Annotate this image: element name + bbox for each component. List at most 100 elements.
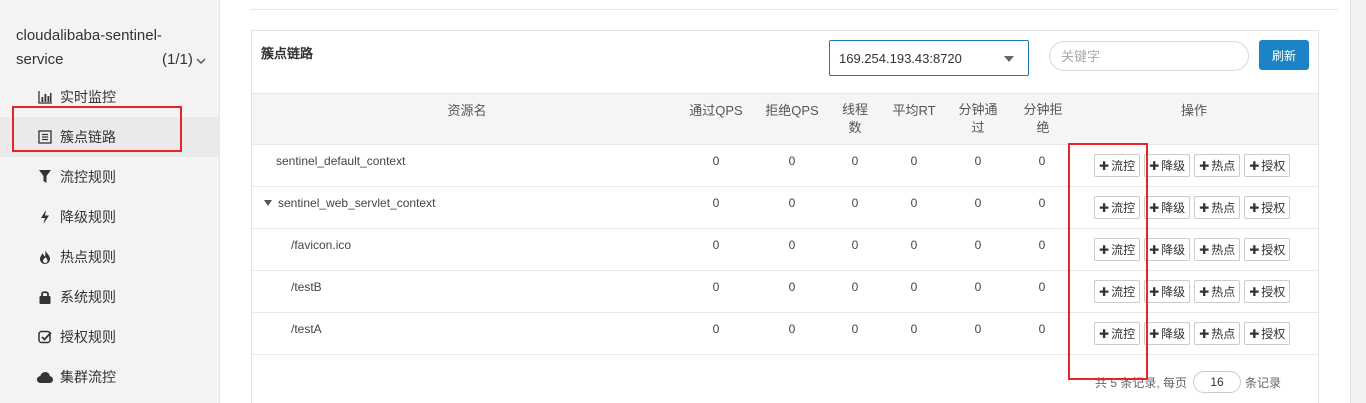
plus-icon: ✚ [1249,200,1260,215]
button-label: 流控 [1111,327,1136,341]
button-label: 降级 [1161,243,1186,257]
cell-min-block: 0 [1038,238,1046,252]
sidebar-item-label: 流控规则 [60,169,116,185]
cell-pass-qps: 0 [712,322,720,336]
add-flow-rule-button[interactable]: ✚ 流控 [1094,322,1141,345]
button-label: 热点 [1211,327,1236,341]
main-content: 簇点链路 169.254.193.43:8720 刷新 资源名 通过QPS 拒绝… [220,0,1366,403]
cell-block-qps: 0 [788,322,796,336]
add-hotspot-rule-button[interactable]: ✚ 热点 [1194,322,1241,345]
vertical-scrollbar[interactable] [1350,0,1366,403]
resource-name: /testA [291,322,322,336]
sidebar-item-label: 簇点链路 [60,129,116,145]
button-label: 热点 [1211,243,1236,257]
add-auth-rule-button[interactable]: ✚ 授权 [1244,280,1291,303]
app-selector[interactable]: cloudalibaba-sentinel-service (1/1) [0,12,220,74]
add-degrade-rule-button[interactable]: ✚ 降级 [1144,154,1191,177]
row-actions: ✚ 流控 ✚ 降级 ✚ 热点 ✚ 授权 [1094,196,1291,219]
cell-avg-rt: 0 [910,238,918,252]
machine-select[interactable]: 169.254.193.43:8720 [829,40,1029,76]
plus-icon: ✚ [1249,326,1260,341]
header-min-block-line2: 绝 [1036,120,1050,135]
add-auth-rule-button[interactable]: ✚ 授权 [1244,154,1291,177]
cell-pass-qps: 0 [712,280,720,294]
button-label: 授权 [1261,159,1286,173]
add-auth-rule-button[interactable]: ✚ 授权 [1244,238,1291,261]
sidebar-item-hotspot-rules[interactable]: 热点规则 [0,237,220,277]
cell-threads: 0 [851,196,859,210]
button-label: 热点 [1211,159,1236,173]
cell-block-qps: 0 [788,196,796,210]
header-avg-rt: 平均RT [892,103,936,118]
sidebar-item-system-rules[interactable]: 系统规则 [0,277,220,317]
header-threads: 线程 数 [836,101,874,137]
expand-caret-icon[interactable] [264,200,272,206]
button-label: 降级 [1161,159,1186,173]
app-count: (1/1) [162,51,193,68]
plus-icon: ✚ [1099,158,1110,173]
cell-block-qps: 0 [788,280,796,294]
panel-title: 簇点链路 [261,46,314,61]
resource-name-cell: sentinel_web_servlet_context [264,196,435,210]
header-ops: 操作 [1180,103,1207,118]
cluster-link-panel: 簇点链路 169.254.193.43:8720 刷新 资源名 通过QPS 拒绝… [251,30,1319,403]
plus-icon: ✚ [1249,284,1260,299]
flash-icon [37,209,53,225]
add-auth-rule-button[interactable]: ✚ 授权 [1244,322,1291,345]
top-divider [250,0,1338,10]
add-flow-rule-button[interactable]: ✚ 流控 [1094,154,1141,177]
sidebar-item-label: 热点规则 [60,249,116,265]
button-label: 授权 [1261,285,1286,299]
sidebar-item-flow-rules[interactable]: 流控规则 [0,157,220,197]
cell-avg-rt: 0 [910,322,918,336]
search-input[interactable] [1049,41,1249,71]
chevron-down-icon[interactable] [196,53,206,68]
header-pass-qps: 通过QPS [689,103,743,118]
add-hotspot-rule-button[interactable]: ✚ 热点 [1194,280,1241,303]
cell-min-block: 0 [1038,322,1046,336]
button-label: 授权 [1261,201,1286,215]
add-flow-rule-button[interactable]: ✚ 流控 [1094,238,1141,261]
cell-block-qps: 0 [788,238,796,252]
button-label: 流控 [1111,243,1136,257]
sidebar-item-degrade-rules[interactable]: 降级规则 [0,197,220,237]
add-hotspot-rule-button[interactable]: ✚ 热点 [1194,196,1241,219]
add-hotspot-rule-button[interactable]: ✚ 热点 [1194,154,1241,177]
cell-pass-qps: 0 [712,238,720,252]
machine-select-value: 169.254.193.43:8720 [839,50,962,66]
add-degrade-rule-button[interactable]: ✚ 降级 [1144,238,1191,261]
plus-icon: ✚ [1099,200,1110,215]
add-degrade-rule-button[interactable]: ✚ 降级 [1144,322,1191,345]
cell-min-pass: 0 [974,280,982,294]
add-hotspot-rule-button[interactable]: ✚ 热点 [1194,238,1241,261]
sidebar-item-cluster-flow[interactable]: 集群流控 [0,357,220,397]
sidebar-item-realtime-monitor[interactable]: 实时监控 [0,77,220,117]
add-auth-rule-button[interactable]: ✚ 授权 [1244,196,1291,219]
add-degrade-rule-button[interactable]: ✚ 降级 [1144,280,1191,303]
button-label: 降级 [1161,327,1186,341]
caret-down-icon [1004,56,1014,62]
plus-icon: ✚ [1199,326,1210,341]
row-actions: ✚ 流控 ✚ 降级 ✚ 热点 ✚ 授权 [1094,280,1291,303]
header-min-pass-line2: 过 [971,120,985,135]
add-degrade-rule-button[interactable]: ✚ 降级 [1144,196,1191,219]
plus-icon: ✚ [1199,158,1210,173]
add-flow-rule-button[interactable]: ✚ 流控 [1094,280,1141,303]
sidebar-item-label: 集群流控 [60,369,116,385]
table-row: sentinel_web_servlet_context 0 0 0 0 0 0… [252,187,1318,229]
sidebar-item-cluster-point-link[interactable]: 簇点链路 [0,117,220,157]
sidebar: cloudalibaba-sentinel-service (1/1) 实时监控… [0,0,220,403]
page-size-input[interactable] [1193,371,1242,393]
sidebar-item-label: 实时监控 [60,89,116,105]
plus-icon: ✚ [1249,158,1260,173]
sidebar-item-label: 系统规则 [60,289,116,305]
header-threads-line1: 线程 [841,102,868,117]
plus-icon: ✚ [1099,326,1110,341]
sidebar-item-label: 授权规则 [60,329,116,345]
table-row: /testB 0 0 0 0 0 0 ✚ 流控 ✚ 降级 ✚ 热点 ✚ 授权 [252,271,1318,313]
refresh-button[interactable]: 刷新 [1259,40,1309,70]
add-flow-rule-button[interactable]: ✚ 流控 [1094,196,1141,219]
filter-icon [37,169,53,185]
sidebar-item-auth-rules[interactable]: 授权规则 [0,317,220,357]
button-label: 授权 [1261,327,1286,341]
